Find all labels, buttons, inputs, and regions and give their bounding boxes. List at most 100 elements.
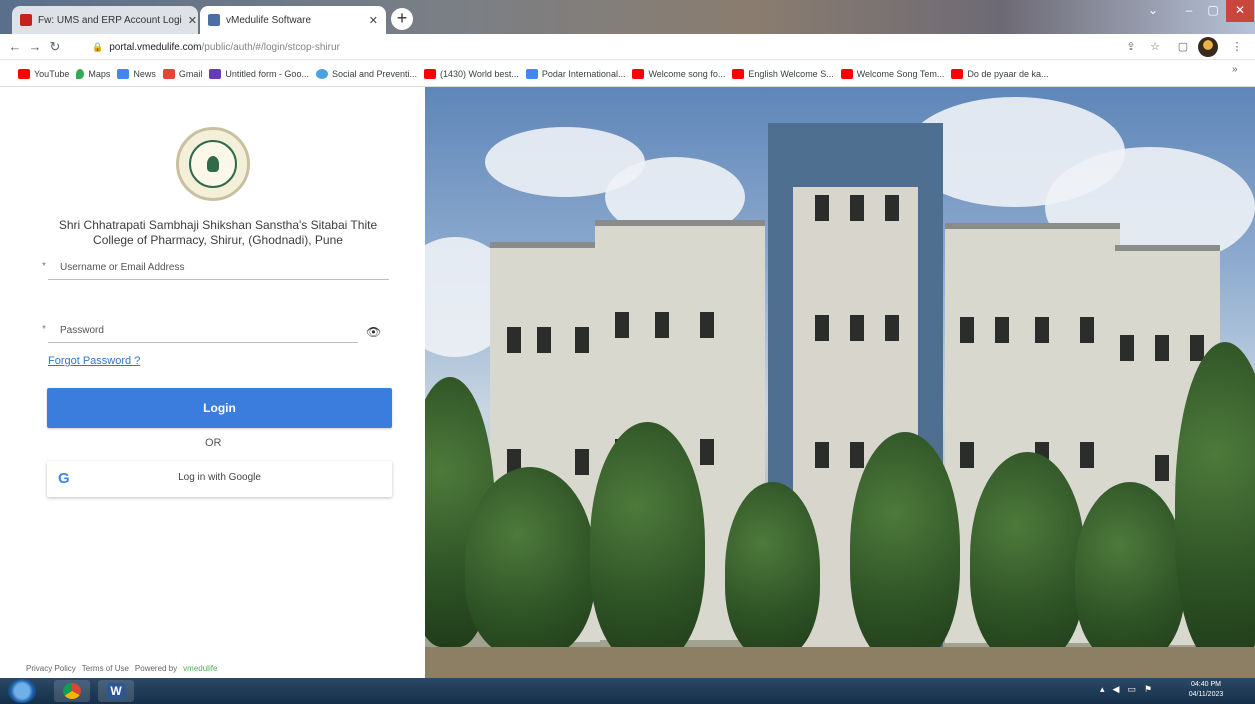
window	[1120, 335, 1134, 361]
google-login-button[interactable]: G Log in with Google	[47, 461, 392, 497]
window	[537, 327, 551, 353]
bookmark-maps[interactable]: Maps	[76, 68, 110, 79]
window	[815, 315, 829, 341]
bookmark-social-preventive[interactable]: Social and Preventi...	[315, 68, 417, 79]
logo-ring	[189, 140, 237, 188]
bookmarks-bar: YouTube Maps News Gmail Untitled form - …	[0, 61, 1255, 87]
bookmark-do-de-pyaar[interactable]: Do de pyaar de ka...	[951, 68, 1048, 79]
chevron-down-icon[interactable]: ⌄	[1142, 0, 1164, 22]
login-button[interactable]: Login	[47, 388, 392, 428]
close-icon[interactable]: ✕	[363, 14, 378, 27]
word-icon: W	[107, 683, 125, 699]
globe-icon	[315, 68, 328, 79]
tray-expand-icon[interactable]: ▴	[1100, 684, 1105, 695]
back-arrow-icon[interactable]: ←	[6, 38, 24, 56]
tree	[1075, 482, 1185, 662]
bookmark-welcome-song[interactable]: Welcome song fo...	[632, 68, 725, 79]
minimize-icon[interactable]: –	[1178, 0, 1200, 22]
google-login-label: Log in with Google	[178, 472, 261, 483]
window	[1155, 335, 1169, 361]
username-placeholder: Username or Email Address	[60, 262, 185, 273]
window	[655, 312, 669, 338]
login-footer: Privacy Policy Terms of Use Powered by v…	[26, 664, 217, 673]
maximize-icon[interactable]: ▢	[1202, 0, 1224, 22]
bookmark-news[interactable]: News	[117, 68, 156, 79]
clock-time: 04:40 PM	[1191, 681, 1221, 688]
bookmark-podar[interactable]: Podar International...	[525, 68, 625, 79]
youtube-icon	[951, 68, 964, 79]
url-host: portal.vmedulife.com	[109, 41, 202, 53]
bookmark-untitled-form[interactable]: Untitled form - Goo...	[209, 68, 309, 79]
window	[575, 449, 589, 475]
logo-emblem-icon	[207, 156, 219, 172]
tree	[590, 422, 705, 662]
window	[885, 315, 899, 341]
tree	[850, 432, 960, 662]
tab-vmedulife[interactable]: vMedulife Software ✕	[200, 6, 386, 34]
password-placeholder: Password	[60, 325, 104, 336]
bookmark-world-best[interactable]: (1430) World best...	[424, 68, 519, 79]
profile-avatar[interactable]	[1198, 37, 1218, 57]
bookmark-welcome-song-tem[interactable]: Welcome Song Tem...	[840, 68, 944, 79]
bookmarks-overflow-icon[interactable]: »	[1232, 64, 1238, 75]
google-icon	[525, 68, 538, 79]
window	[575, 327, 589, 353]
window	[1080, 442, 1094, 468]
bookmark-english-welcome[interactable]: English Welcome S...	[732, 68, 834, 79]
bookmark-gmail[interactable]: Gmail	[162, 68, 202, 79]
or-divider: OR	[205, 437, 222, 449]
side-panel-icon[interactable]: ▢	[1174, 38, 1192, 56]
password-field[interactable]: Password	[48, 319, 358, 343]
close-icon[interactable]: ✕	[182, 14, 197, 27]
taskbar-word[interactable]: W	[98, 680, 134, 702]
mail-icon	[20, 14, 32, 26]
tab-label: Fw: UMS and ERP Account Logi	[38, 14, 182, 26]
tree	[970, 452, 1085, 662]
tab-ums-erp[interactable]: Fw: UMS and ERP Account Logi ✕	[12, 6, 198, 34]
privacy-policy-link[interactable]: Privacy Policy	[26, 664, 76, 673]
required-mark: *	[42, 261, 46, 272]
address-bar[interactable]: 🔒 portal.vmedulife.com /public/auth/#/lo…	[86, 37, 1106, 57]
tree	[465, 467, 595, 657]
window	[815, 442, 829, 468]
required-mark: *	[42, 324, 46, 335]
reload-icon[interactable]: ↻	[46, 38, 64, 56]
window	[1190, 335, 1204, 361]
menu-kebab-icon[interactable]: ⋮	[1228, 38, 1246, 56]
youtube-icon	[18, 68, 30, 79]
college-building-image	[425, 87, 1255, 678]
forms-icon	[209, 68, 222, 79]
volume-icon[interactable]: ◀	[1113, 684, 1120, 695]
taskbar-chrome[interactable]	[54, 680, 90, 702]
start-button[interactable]	[8, 679, 36, 703]
window	[700, 439, 714, 465]
tab-label: vMedulife Software	[226, 14, 312, 26]
vmedulife-link[interactable]: vmedulife	[183, 664, 217, 673]
share-icon[interactable]: ⇪	[1122, 38, 1140, 56]
window	[960, 442, 974, 468]
window	[850, 195, 864, 221]
window	[1080, 317, 1094, 343]
star-icon[interactable]: ☆	[1146, 38, 1164, 56]
window	[960, 317, 974, 343]
window	[700, 312, 714, 338]
flag-icon[interactable]: ⚑	[1144, 684, 1152, 695]
site-favicon-icon	[208, 14, 220, 26]
close-window-icon[interactable]: ✕	[1226, 0, 1254, 22]
terms-of-use-link[interactable]: Terms of Use	[82, 664, 129, 673]
eye-icon[interactable]: 👁	[366, 325, 381, 339]
news-icon	[117, 68, 130, 79]
taskbar-clock[interactable]: 04:40 PM 04/11/2023	[1188, 680, 1224, 700]
window	[885, 195, 899, 221]
system-tray: ▴ ◀ ▭ ⚑	[1100, 684, 1152, 695]
username-field[interactable]: Username or Email Address	[48, 256, 389, 280]
college-logo	[176, 127, 250, 201]
bookmark-youtube[interactable]: YouTube	[18, 68, 69, 79]
network-icon[interactable]: ▭	[1127, 684, 1136, 695]
forward-arrow-icon[interactable]: →	[26, 38, 44, 56]
new-tab-button[interactable]: +	[391, 8, 413, 30]
forgot-password-link[interactable]: Forgot Password ?	[48, 355, 140, 367]
tree	[725, 482, 820, 657]
youtube-icon	[840, 68, 853, 79]
window	[850, 442, 864, 468]
